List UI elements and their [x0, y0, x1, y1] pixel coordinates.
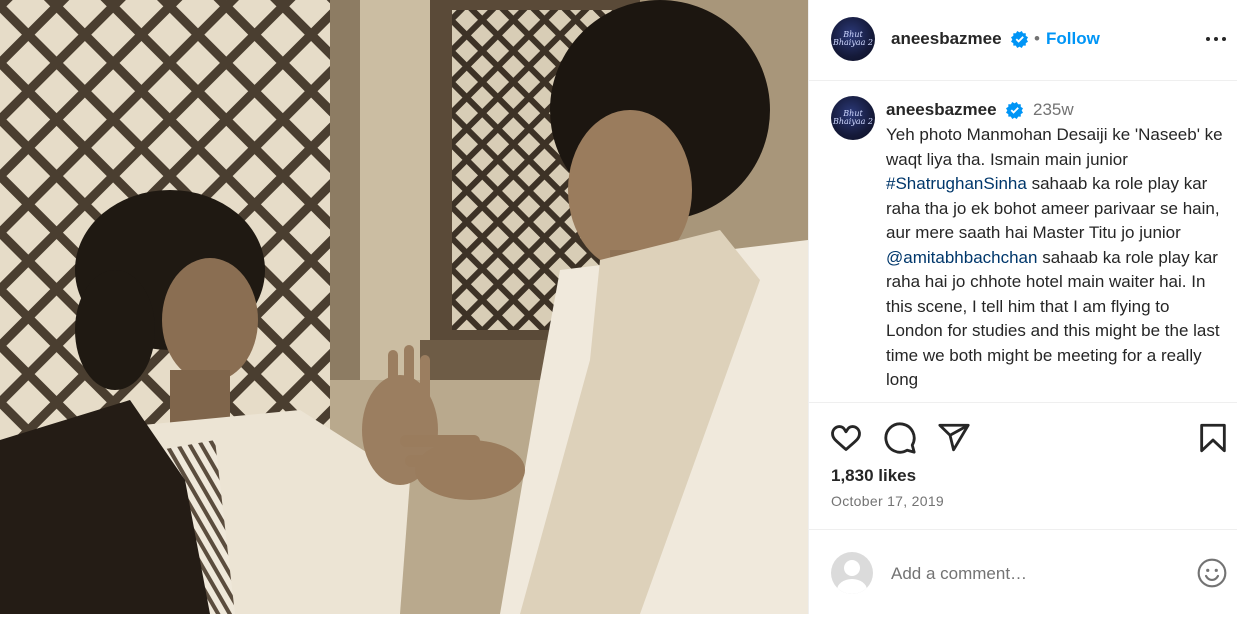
action-bar	[809, 402, 1237, 472]
comment-bar	[809, 529, 1237, 614]
mention-link[interactable]: @amitabhbachchan	[886, 248, 1037, 267]
default-avatar-icon	[837, 560, 867, 594]
user-avatar	[831, 552, 873, 594]
heart-icon[interactable]	[829, 421, 863, 455]
verified-badge-icon	[1011, 31, 1028, 48]
comment-input[interactable]	[891, 562, 1181, 586]
caption-area: Bhut Bhaiyaa 2 aneesbazmee 235w Yeh phot…	[809, 82, 1237, 402]
hashtag-link[interactable]: #ShatrughanSinha	[886, 174, 1027, 193]
separator-dot: •	[1034, 29, 1040, 48]
caption-avatar[interactable]: Bhut Bhaiyaa 2	[831, 96, 875, 140]
emoji-icon[interactable]	[1196, 557, 1228, 589]
comment-icon[interactable]	[883, 421, 917, 455]
verified-badge-icon	[1006, 102, 1023, 119]
author-username[interactable]: aneesbazmee	[891, 29, 1002, 49]
post-date[interactable]: October 17, 2019	[831, 493, 944, 509]
follow-button[interactable]: Follow	[1046, 29, 1100, 49]
share-icon[interactable]	[937, 421, 971, 455]
more-options-icon[interactable]	[1200, 26, 1232, 52]
likes-count[interactable]: 1,830 likes	[831, 466, 916, 486]
post-photo[interactable]	[0, 0, 808, 614]
avatar-text: Bhut Bhaiyaa 2	[832, 109, 874, 126]
avatar-text: Bhut Bhaiyaa 2	[832, 30, 874, 47]
time-ago[interactable]: 235w	[1033, 100, 1074, 120]
caption-part-1: Yeh photo Manmohan Desaiji ke 'Naseeb' k…	[886, 125, 1228, 169]
caption-part-3: sahaab ka role play kar raha hai jo chho…	[886, 247, 1225, 390]
vintage-photo	[0, 0, 808, 614]
author-avatar[interactable]: Bhut Bhaiyaa 2	[831, 17, 875, 61]
caption-username[interactable]: aneesbazmee	[886, 100, 997, 120]
bookmark-icon[interactable]	[1196, 421, 1230, 455]
post-side-panel: Bhut Bhaiyaa 2 aneesbazmee • Follow Bhut…	[808, 0, 1237, 614]
caption-text: Yeh photo Manmohan Desaiji ke 'Naseeb' k…	[886, 123, 1226, 393]
instagram-post: Bhut Bhaiyaa 2 aneesbazmee • Follow Bhut…	[0, 0, 1237, 614]
post-header: Bhut Bhaiyaa 2 aneesbazmee • Follow	[809, 0, 1237, 81]
